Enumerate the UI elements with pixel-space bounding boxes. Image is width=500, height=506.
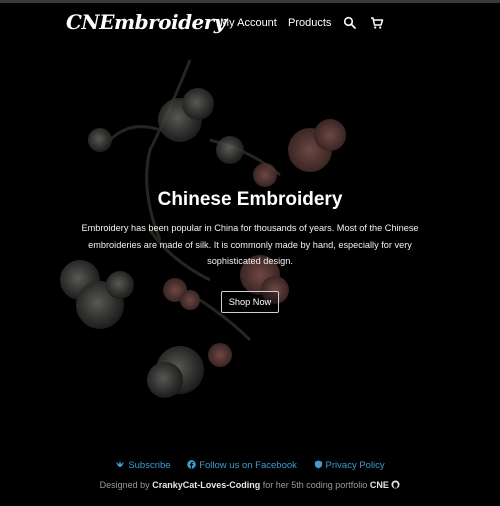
subscribe-label: Subscribe	[128, 460, 171, 471]
footer-credit: Designed by CrankyCat-Loves-Coding for h…	[0, 480, 500, 490]
credit-project[interactable]: CNE	[370, 480, 389, 490]
facebook-link[interactable]: Follow us on Facebook	[187, 460, 297, 471]
search-icon[interactable]	[343, 16, 357, 30]
facebook-label: Follow us on Facebook	[199, 460, 297, 471]
bird-icon	[116, 461, 125, 467]
github-icon[interactable]	[391, 480, 400, 489]
hero-title: Chinese Embroidery	[157, 189, 343, 210]
brand-logo[interactable]: CNEmbroidery	[66, 10, 225, 34]
privacy-policy-link[interactable]: Privacy Policy	[314, 460, 385, 471]
hero-description: Embroidery has been popular in China for…	[81, 223, 419, 266]
nav-my-account[interactable]: My Account	[220, 17, 277, 29]
footer-links: Subscribe Follow us on Facebook Privacy …	[0, 460, 500, 471]
shop-now-button[interactable]: Shop Now	[220, 290, 280, 313]
hero-section: Chinese Embroidery Embroidery has been p…	[0, 188, 500, 313]
privacy-policy-label: Privacy Policy	[325, 460, 385, 471]
cart-icon[interactable]	[370, 16, 384, 30]
subscribe-link[interactable]: Subscribe	[115, 460, 171, 471]
shield-icon	[314, 460, 322, 469]
nav-products[interactable]: Products	[288, 17, 331, 29]
credit-middle: for her 5th coding portfolio	[262, 480, 368, 490]
navbar: CNEmbroidery My Account Products	[0, 3, 500, 43]
credit-author[interactable]: CrankyCat-Loves-Coding	[152, 480, 260, 490]
facebook-icon	[187, 460, 197, 469]
credit-prefix: Designed by	[99, 480, 150, 490]
